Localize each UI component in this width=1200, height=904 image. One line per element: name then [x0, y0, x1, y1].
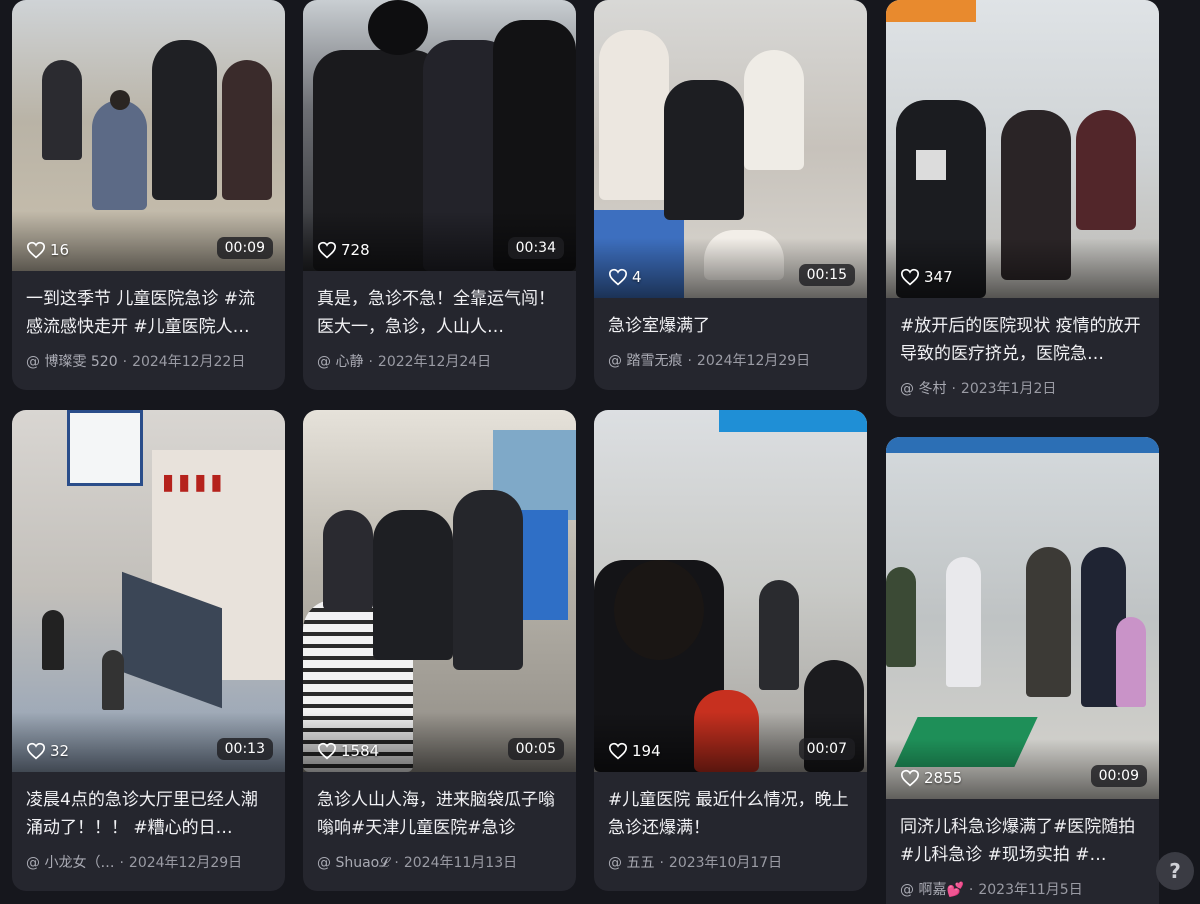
- like-count-text: 1584: [341, 742, 380, 760]
- duration-badge: 00:15: [798, 264, 855, 286]
- publish-date: 2022年12月24日: [377, 354, 492, 370]
- video-thumbnail[interactable]: 4 00:15: [594, 0, 867, 298]
- heart-outline-icon: [26, 241, 46, 259]
- video-meta: @ 博璨雯 520 · 2024年12月22日: [26, 354, 246, 370]
- author-name[interactable]: @ 冬村: [900, 381, 946, 397]
- duration-badge: 00:09: [216, 237, 273, 259]
- heart-outline-icon: [608, 268, 628, 286]
- author-name[interactable]: @ 小龙女（…: [26, 855, 114, 871]
- heart-outline-icon: [26, 742, 46, 760]
- video-thumbnail[interactable]: 1584 00:05: [303, 410, 576, 772]
- video-grid: 16 00:09 一到这季节 儿童医院急诊 #流感流感快走开 #儿童医院人… @…: [0, 0, 1200, 904]
- video-title[interactable]: #放开后的医院现状 疫情的放开导致的医疗挤兑，医院急…: [900, 312, 1145, 368]
- video-title[interactable]: #儿童医院 最近什么情况，晚上急诊还爆满！: [608, 786, 853, 842]
- author-name[interactable]: @ 五五: [608, 855, 654, 871]
- like-count[interactable]: 32: [26, 742, 69, 760]
- like-count-text: 4: [632, 268, 642, 286]
- heart-outline-icon: [317, 742, 337, 760]
- video-title[interactable]: 急诊室爆满了: [608, 312, 853, 340]
- duration-badge: 00:07: [798, 738, 855, 760]
- author-name[interactable]: @ Shuao𝓛: [317, 855, 389, 871]
- video-card[interactable]: 1584 00:05 急诊人山人海，进来脑袋瓜子嗡嗡响#天津儿童医院#急诊 @ …: [303, 410, 576, 891]
- video-meta: @ 啊嘉💕 · 2023年11月5日: [900, 882, 1083, 898]
- like-count[interactable]: 4: [608, 268, 642, 286]
- video-card[interactable]: ▮▮▮▮ 32 00:13 凌晨4点的急诊大厅里已经人潮涌动了！！！ #糟心的日…: [12, 410, 285, 891]
- like-count-text: 728: [341, 241, 370, 259]
- video-thumbnail[interactable]: 194 00:07: [594, 410, 867, 772]
- question-mark-icon: ?: [1169, 859, 1181, 883]
- video-card[interactable]: 16 00:09 一到这季节 儿童医院急诊 #流感流感快走开 #儿童医院人… @…: [12, 0, 285, 390]
- video-title[interactable]: 真是，急诊不急！全靠运气闯！医大一，急诊，人山人…: [317, 285, 562, 341]
- heart-outline-icon: [317, 241, 337, 259]
- video-meta: @ Shuao𝓛 · 2024年11月13日: [317, 855, 518, 871]
- like-count[interactable]: 16: [26, 241, 69, 259]
- like-count[interactable]: 194: [608, 742, 661, 760]
- video-card[interactable]: 347 #放开后的医院现状 疫情的放开导致的医疗挤兑，医院急… @ 冬村 · 202…: [886, 0, 1159, 417]
- video-meta: @ 冬村 · 2023年1月2日: [900, 381, 1057, 397]
- video-title[interactable]: 一到这季节 儿童医院急诊 #流感流感快走开 #儿童医院人…: [26, 285, 271, 341]
- video-thumbnail[interactable]: 347: [886, 0, 1159, 298]
- video-card[interactable]: 194 00:07 #儿童医院 最近什么情况，晚上急诊还爆满！ @ 五五 · 202…: [594, 410, 867, 891]
- video-thumbnail[interactable]: 16 00:09: [12, 0, 285, 271]
- publish-date: 2023年1月2日: [960, 381, 1057, 397]
- video-meta: @ 五五 · 2023年10月17日: [608, 855, 783, 871]
- like-count-text: 2855: [924, 769, 963, 787]
- heart-outline-icon: [900, 769, 920, 787]
- video-meta: @ 踏雪无痕 · 2024年12月29日: [608, 353, 811, 369]
- like-count[interactable]: 2855: [900, 769, 962, 787]
- publish-date: 2023年11月5日: [978, 882, 1083, 898]
- author-name[interactable]: @ 踏雪无痕: [608, 353, 682, 369]
- publish-date: 2024年12月29日: [696, 353, 811, 369]
- like-count[interactable]: 1584: [317, 742, 379, 760]
- like-count-text: 347: [924, 268, 953, 286]
- video-meta: @ 小龙女（… · 2024年12月29日: [26, 855, 243, 871]
- video-title[interactable]: 急诊人山人海，进来脑袋瓜子嗡嗡响#天津儿童医院#急诊: [317, 786, 562, 842]
- duration-badge: 00:09: [1090, 765, 1147, 787]
- video-card[interactable]: 2855 00:09 同济儿科急诊爆满了#医院随拍 #儿科急诊 #现场实拍 #……: [886, 437, 1159, 904]
- like-count[interactable]: 728: [317, 241, 370, 259]
- publish-date: 2023年10月17日: [668, 855, 783, 871]
- video-meta: @ 心静 · 2022年12月24日: [317, 354, 492, 370]
- video-card[interactable]: 4 00:15 急诊室爆满了 @ 踏雪无痕 · 2024年12月29日: [594, 0, 867, 390]
- video-card[interactable]: 728 00:34 真是，急诊不急！全靠运气闯！医大一，急诊，人山人… @ 心静…: [303, 0, 576, 390]
- like-count-text: 32: [50, 742, 70, 760]
- author-name[interactable]: @ 博璨雯 520: [26, 354, 118, 370]
- video-thumbnail[interactable]: 2855 00:09: [886, 437, 1159, 799]
- duration-badge: 00:05: [507, 738, 564, 760]
- help-button[interactable]: ?: [1156, 852, 1194, 890]
- like-count-text: 16: [50, 241, 70, 259]
- publish-date: 2024年12月22日: [132, 354, 246, 370]
- video-title[interactable]: 同济儿科急诊爆满了#医院随拍 #儿科急诊 #现场实拍 #…: [900, 813, 1145, 869]
- author-name[interactable]: @ 啊嘉💕: [900, 882, 964, 898]
- duration-badge: 00:13: [216, 738, 273, 760]
- like-count-text: 194: [632, 742, 661, 760]
- video-thumbnail[interactable]: 728 00:34: [303, 0, 576, 271]
- heart-outline-icon: [900, 268, 920, 286]
- heart-outline-icon: [608, 742, 628, 760]
- duration-badge: 00:34: [507, 237, 564, 259]
- publish-date: 2024年12月29日: [128, 855, 243, 871]
- video-thumbnail[interactable]: ▮▮▮▮ 32 00:13: [12, 410, 285, 772]
- video-title[interactable]: 凌晨4点的急诊大厅里已经人潮涌动了！！！ #糟心的日…: [26, 786, 271, 842]
- like-count[interactable]: 347: [900, 268, 953, 286]
- author-name[interactable]: @ 心静: [317, 354, 363, 370]
- publish-date: 2024年11月13日: [403, 855, 518, 871]
